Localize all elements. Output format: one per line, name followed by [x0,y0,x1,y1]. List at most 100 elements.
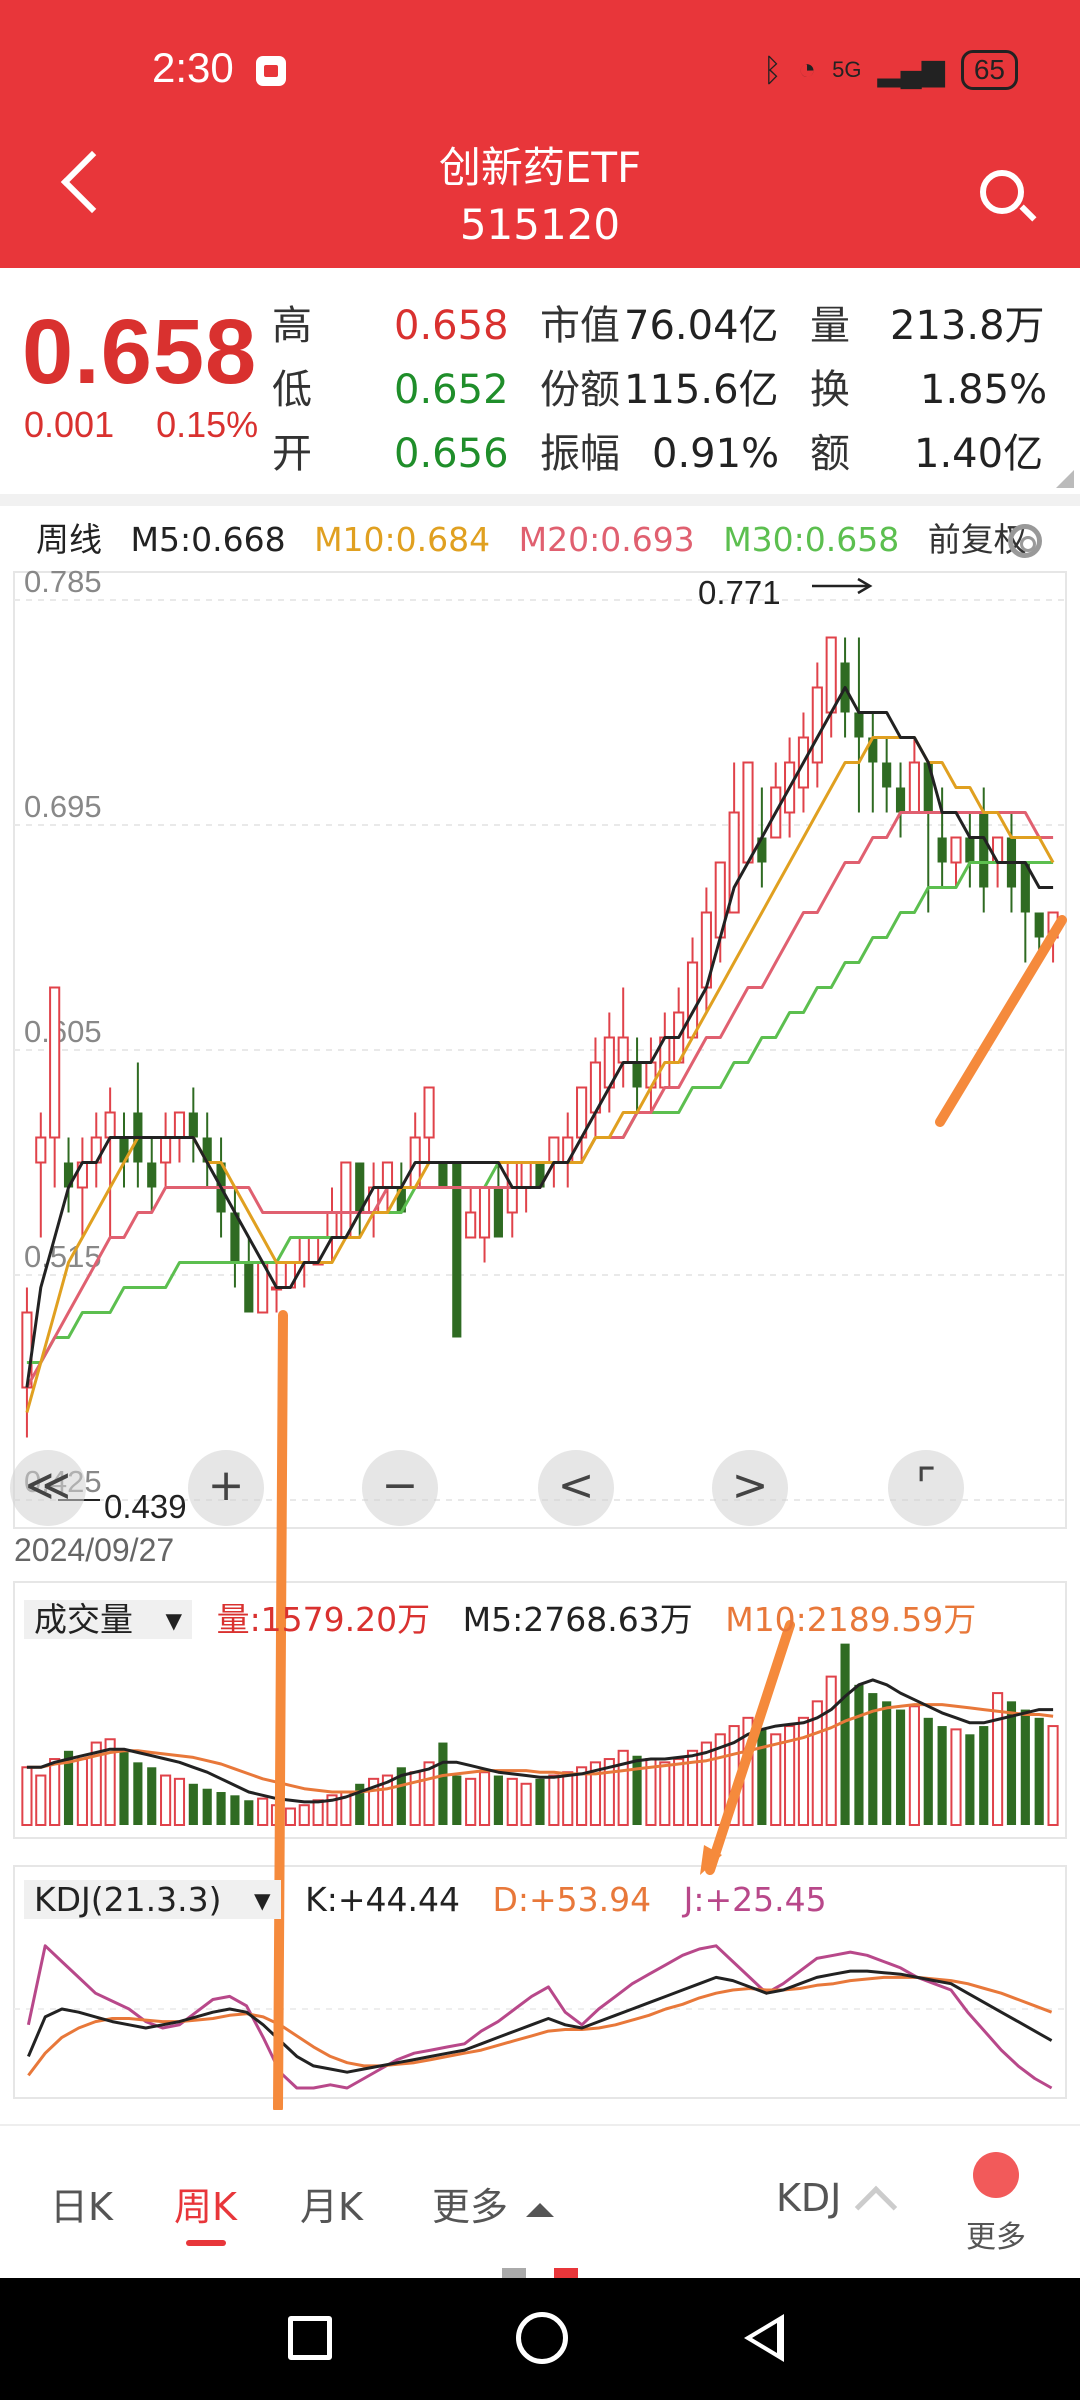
volume-bar-down [147,1767,157,1825]
kdj-indicator-select[interactable]: KDJ(21.3.3) ▾ [24,1880,281,1919]
volume-bar-up [478,1771,491,1826]
volume-bar-up [465,1777,477,1826]
volume-bar-down [1020,1709,1030,1825]
ma30-label: M30:0.658 [723,520,900,559]
stat-label: 额 [810,431,850,477]
quote-stats: 高 0.658 低 0.652 开 0.656 市值 76.04亿 份额 115… [0,290,1080,480]
fullscreen-button[interactable]: ⌜ [888,1450,964,1526]
volume-bar-down [882,1701,892,1825]
stat-value: 1.85% [920,367,1048,413]
prev-button[interactable]: < [538,1450,614,1526]
price-tick-label: 0.605 [24,1014,102,1049]
stat-value: 115.6亿 [624,367,779,413]
volume-bar-down [202,1788,212,1825]
candle-body-up [423,1086,435,1139]
volume-bar-up [520,1782,532,1826]
volume-bar-up [76,1758,88,1827]
status-icons: ᛒ ◔ 5G ▂▄▆ 65 [763,50,1018,90]
volume-indicator-select[interactable]: 成交量 ▾ [24,1600,193,1639]
kdj-legend: KDJ(21.3.3) ▾ K:+44.44 D:+53.94 J:+25.45 [24,1876,849,1924]
volume-bar-down [244,1800,254,1825]
next-button[interactable]: > [712,1450,788,1526]
ma5-label: M5:0.668 [130,520,286,559]
stat-label: 市值 [540,303,620,349]
volume-bar-up [908,1705,920,1827]
price-grid [14,599,1066,1501]
more-button-label[interactable]: 更多 [966,2212,1026,2256]
tab-more[interactable]: 更多 [432,2176,555,2231]
candle-body-down [854,712,864,738]
tab-week-k[interactable]: 周K [174,2176,237,2231]
indicator-toggle[interactable]: KDJ [776,2176,898,2228]
home-icon[interactable] [516,2312,568,2364]
candle-body-up [465,1211,477,1239]
candle-body-down [493,1187,503,1238]
system-back-icon[interactable] [744,2314,784,2362]
kdj-k-line [27,1969,1053,2074]
stat-label: 开 [272,431,312,477]
stat-value: 0.658 [394,303,509,349]
candle-body-down [438,1162,448,1188]
zoom-out-button[interactable]: − [362,1450,438,1526]
volume-indicator-name: 成交量 [34,1600,133,1639]
expand-corner-icon[interactable] [1056,470,1074,488]
volume-bar-up [548,1774,560,1827]
volume-bar-up [21,1766,33,1826]
tab-day-k[interactable]: 日K [50,2176,113,2231]
ma20-line [25,811,1054,1389]
volume-bar-up [825,1675,837,1826]
stat-label: 份额 [540,367,620,413]
system-nav-bar [0,2278,1080,2400]
annotations [58,577,873,1501]
bluetooth-icon: ᛒ [762,51,782,88]
candle-body-up [35,1136,47,1164]
volume-bar-up [257,1797,269,1826]
candle-body-down [1034,912,1044,938]
high-value-label: 0.771 [698,574,781,611]
volume-bar-up [35,1774,47,1827]
volume-bar-up [700,1741,712,1827]
wifi-icon: ◔ [797,53,817,86]
volume-bar-down [452,1775,462,1825]
stat-value: 0.656 [394,431,509,477]
chevron-up-icon [855,2185,898,2228]
volume-bar-up [673,1758,685,1827]
more-dot-icon[interactable] [973,2152,1019,2198]
volume-bar-up [298,1804,310,1826]
recents-icon[interactable] [288,2316,332,2360]
candle-body-down [147,1162,157,1188]
volume-bar-down [757,1729,767,1825]
candle-body-down [244,1262,254,1313]
tab-month-k[interactable]: 月K [300,2176,363,2231]
volume-m5: M5:2768.63万 [462,1600,693,1639]
fund-name: 创新药ETF [438,143,642,192]
price-axis: 0.7850.6950.6050.5150.425 [24,570,102,1499]
volume-bar-down [937,1726,947,1825]
candle-body-up [160,1136,172,1164]
notification-icon [256,56,286,86]
stat-label: 振幅 [540,431,620,477]
zoom-in-button[interactable]: + [188,1450,264,1526]
first-page-button[interactable]: ≪ [10,1450,86,1526]
ma-legend: 周线 M5:0.668 M10:0.684 M20:0.693 M30:0.65… [36,515,1045,565]
settings-gear-icon[interactable] [1008,524,1042,558]
volume-bar-up [950,1728,962,1826]
volume-bar-up [659,1761,671,1826]
search-icon[interactable] [980,170,1024,214]
stat-label: 低 [272,367,312,413]
volume-bar-up [49,1758,61,1827]
stat-label: 换 [810,367,850,413]
volume-bar-up [423,1761,435,1826]
period-label[interactable]: 周线 [36,520,102,559]
orange-vertical-line [273,1310,288,2110]
price-tick-label: 0.515 [24,1239,102,1274]
candle-body-down [188,1112,198,1138]
candle-body-down [965,837,975,863]
volume-bar-down [438,1742,448,1825]
volume-bar-up [770,1733,782,1826]
stat-value: 76.04亿 [624,303,779,349]
volume-bar-down [133,1762,143,1825]
candle-body-up [49,986,61,1139]
start-date-label: 2024/09/27 [14,1532,175,1568]
volume-bar-down [854,1684,864,1825]
